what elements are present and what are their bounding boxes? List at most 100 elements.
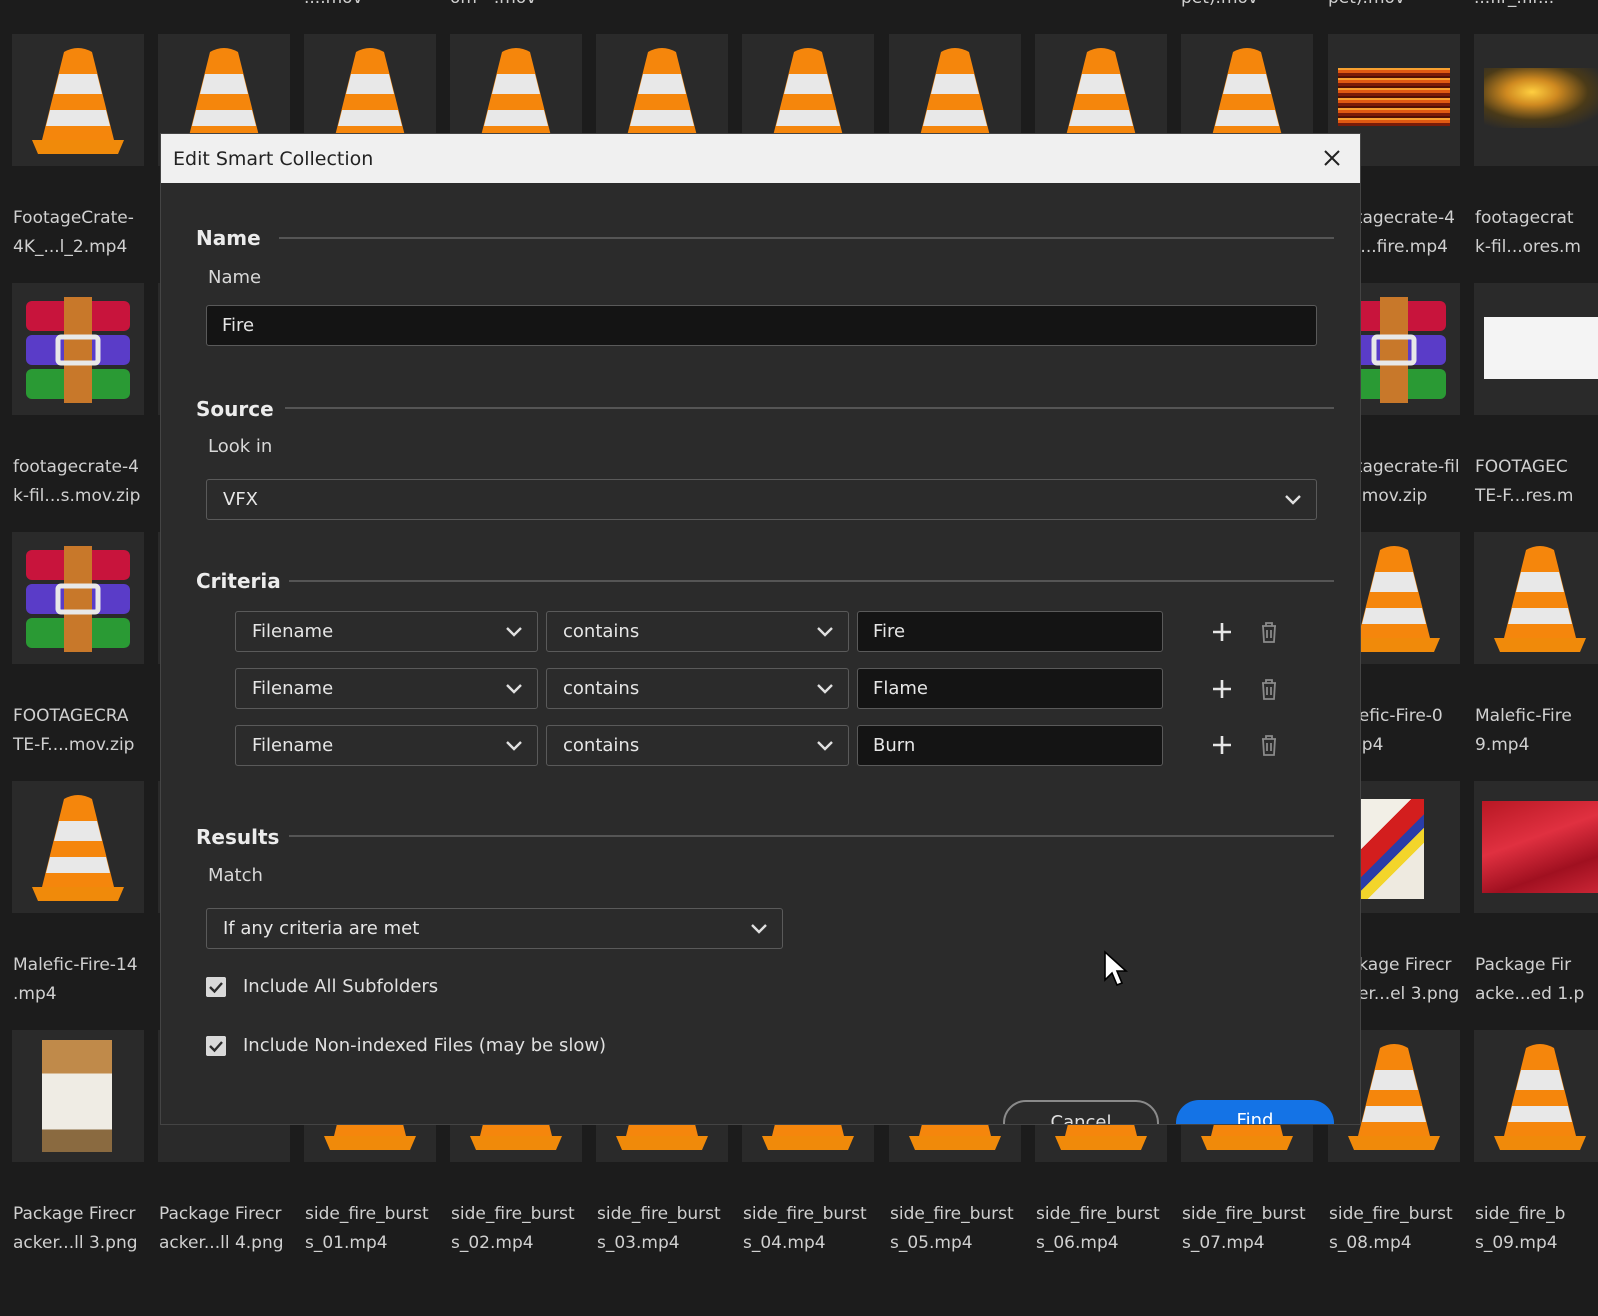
archive-icon	[26, 546, 130, 652]
criteria-value-text: Burn	[873, 735, 916, 756]
file-name: side_fire_b s_09.mp4	[1475, 1204, 1566, 1253]
chevron-down-icon	[506, 683, 522, 694]
criteria-value-input[interactable]: Burn	[857, 725, 1163, 766]
criteria-field-value: Filename	[252, 678, 334, 699]
file-thumbnail	[12, 283, 144, 415]
criteria-operator-value: contains	[563, 621, 640, 642]
include-nonindexed-label: Include Non-indexed Files (may be slow)	[243, 1035, 607, 1056]
file-thumbnail	[1474, 283, 1598, 415]
file-tile[interactable]: FootageCrate- 4K_...l_2.mp4	[12, 34, 158, 284]
file-name: footagecrate-4 k-fil...s.mov.zip	[13, 457, 141, 506]
file-name: side_fire_burst s_07.mp4	[1182, 1204, 1306, 1253]
file-name: Package Firecr acker...ll 4.png	[159, 1204, 284, 1253]
name-input[interactable]: Fire	[206, 305, 1317, 346]
fire-preview	[1484, 68, 1598, 128]
criteria-operator-select[interactable]: contains	[546, 725, 849, 766]
vlc-cone-icon	[1494, 546, 1586, 652]
dialog-title: Edit Smart Collection	[173, 148, 374, 170]
look-in-label: Look in	[208, 436, 273, 457]
look-in-select[interactable]: VFX	[206, 479, 1317, 520]
file-tile[interactable]: footagecrat k-fil...ores.m	[1474, 34, 1598, 284]
chevron-down-icon	[751, 923, 767, 934]
file-name: footagecrat k-fil...ores.m	[1475, 208, 1581, 257]
file-tile[interactable]: Malefic-Fire 9.mp4	[1474, 532, 1598, 782]
cancel-button[interactable]: Cancel	[1003, 1100, 1159, 1124]
name-section-heading: Name	[196, 226, 261, 250]
trash-icon[interactable]	[1256, 676, 1282, 702]
file-name: side_fire_burst s_06.mp4	[1036, 1204, 1160, 1253]
file-name: Package Firecr acker...ll 3.png	[13, 1204, 138, 1253]
file-name: ...fir_.fir...	[1474, 0, 1554, 8]
file-name: om - .mov	[450, 0, 536, 8]
source-section-divider	[285, 407, 1334, 409]
results-section-heading: Results	[196, 825, 280, 849]
file-tile[interactable]: FOOTAGEC TE-F...res.m	[1474, 283, 1598, 533]
name-input-value: Fire	[222, 315, 255, 336]
criteria-operator-value: contains	[563, 735, 640, 756]
vlc-cone-icon	[1494, 1044, 1586, 1150]
match-select[interactable]: If any criteria are met	[206, 908, 783, 949]
add-criteria-icon[interactable]	[1209, 732, 1235, 758]
criteria-value-text: Fire	[873, 621, 906, 642]
mouse-cursor-icon	[1104, 950, 1129, 987]
file-tile[interactable]: footagecrate-4 k-fil...s.mov.zip	[12, 283, 158, 533]
file-tile[interactable]: Package Firecr acker...ll 3.png	[12, 1030, 158, 1280]
file-name: side_fire_burst s_04.mp4	[743, 1204, 867, 1253]
include-nonindexed-checkbox[interactable]	[206, 1036, 226, 1056]
criteria-value-text: Flame	[873, 678, 928, 699]
file-name: side_fire_burst s_05.mp4	[890, 1204, 1014, 1253]
criteria-field-select[interactable]: Filename	[235, 611, 538, 652]
criteria-field-select[interactable]: Filename	[235, 725, 538, 766]
fire-preview	[1338, 68, 1450, 126]
file-thumbnail	[12, 532, 144, 664]
image-preview	[1484, 317, 1598, 379]
file-tile[interactable]: Malefic-Fire-14 .mp4	[12, 781, 158, 1031]
find-button[interactable]: Find	[1176, 1100, 1334, 1125]
name-field-label: Name	[208, 267, 262, 288]
find-button-label: Find	[1236, 1110, 1274, 1125]
file-name: FOOTAGECRA TE-F....mov.zip	[13, 706, 135, 755]
add-criteria-icon[interactable]	[1209, 619, 1235, 645]
criteria-field-value: Filename	[252, 621, 334, 642]
criteria-value-input[interactable]: Fire	[857, 611, 1163, 652]
criteria-field-select[interactable]: Filename	[235, 668, 538, 709]
criteria-section-heading: Criteria	[196, 569, 281, 593]
name-section-divider	[279, 237, 1334, 239]
criteria-value-input[interactable]: Flame	[857, 668, 1163, 709]
file-name: pet).mov	[1328, 0, 1405, 8]
chevron-down-icon	[506, 626, 522, 637]
file-thumbnail	[12, 781, 144, 913]
criteria-operator-select[interactable]: contains	[546, 668, 849, 709]
image-preview	[42, 1040, 112, 1152]
chevron-down-icon	[1285, 494, 1301, 505]
look-in-selected-value: VFX	[223, 489, 258, 510]
file-tile[interactable]: side_fire_b s_09.mp4	[1474, 1030, 1598, 1280]
file-name: Malefic-Fire-14 .mp4	[13, 955, 138, 1004]
file-name: FootageCrate- 4K_...l_2.mp4	[13, 208, 134, 257]
file-name: FOOTAGEC TE-F...res.m	[1475, 457, 1574, 506]
vlc-cone-icon	[32, 48, 124, 154]
include-subfolders-label: Include All Subfolders	[243, 976, 439, 997]
trash-icon[interactable]	[1256, 732, 1282, 758]
file-thumbnail	[1474, 34, 1598, 166]
add-criteria-icon[interactable]	[1209, 676, 1235, 702]
criteria-operator-value: contains	[563, 678, 640, 699]
include-subfolders-checkbox[interactable]	[206, 977, 226, 997]
file-thumbnail	[1474, 532, 1598, 664]
close-icon[interactable]	[1318, 144, 1346, 172]
file-tile[interactable]: FOOTAGECRA TE-F....mov.zip	[12, 532, 158, 782]
file-thumbnail	[1474, 781, 1598, 913]
trash-icon[interactable]	[1256, 619, 1282, 645]
match-selected-value: If any criteria are met	[223, 918, 420, 939]
image-preview	[1482, 801, 1598, 893]
file-name: ....mov	[304, 0, 363, 8]
file-tile[interactable]: Package Fir acke...ed 1.p	[1474, 781, 1598, 1031]
chevron-down-icon	[817, 683, 833, 694]
file-name: Package Fir acke...ed 1.p	[1475, 955, 1585, 1004]
match-label: Match	[208, 865, 263, 886]
edit-smart-collection-dialog: Edit Smart Collection Name Name Fire Sou…	[160, 133, 1361, 1125]
criteria-operator-select[interactable]: contains	[546, 611, 849, 652]
criteria-section-divider	[289, 580, 1334, 582]
vlc-cone-icon	[32, 795, 124, 901]
file-name: side_fire_burst s_03.mp4	[597, 1204, 721, 1253]
